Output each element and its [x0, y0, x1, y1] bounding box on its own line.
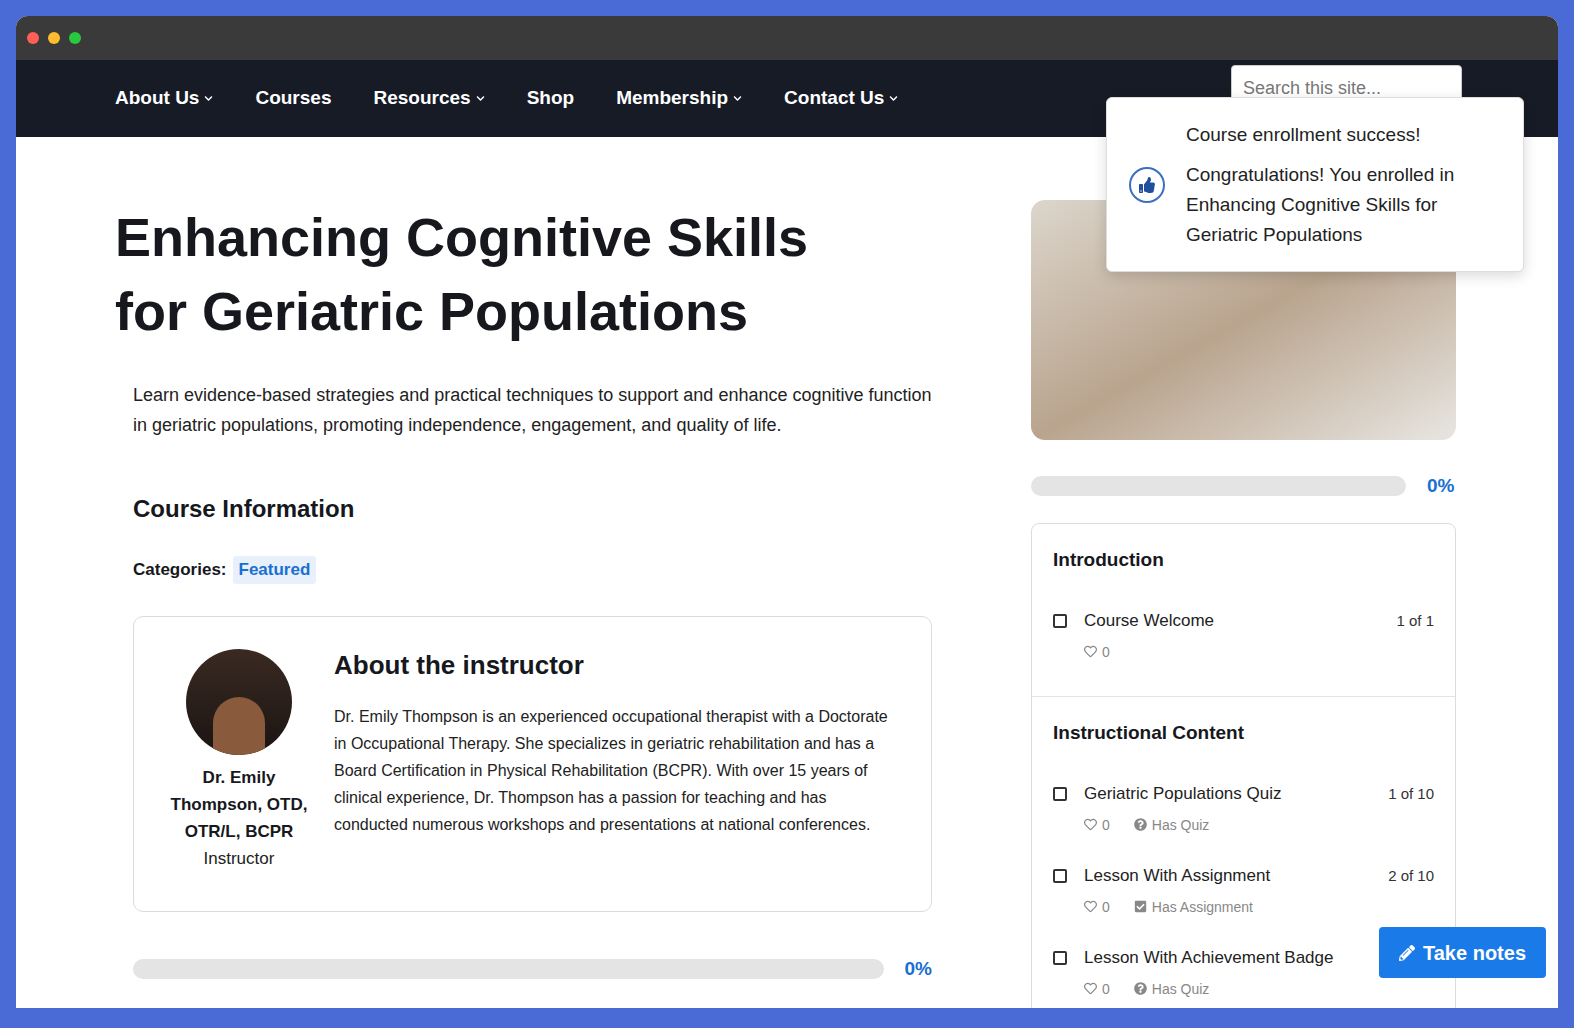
pencil-icon [1399, 945, 1415, 961]
lesson-position: 1 of 10 [1388, 781, 1434, 807]
progress-track [133, 959, 884, 979]
take-notes-button[interactable]: Take notes [1379, 927, 1546, 978]
categories: Categories:Featured [133, 556, 932, 584]
progress-reading: 0% [905, 955, 932, 984]
course-description: Learn evidence-based strategies and prac… [133, 380, 932, 440]
course-progress: 0% [133, 955, 932, 984]
nav-item[interactable]: Shop [527, 84, 575, 113]
sidebar: 0%IntroductionCourse Welcome1 of 10Instr… [1031, 200, 1456, 1008]
lesson-position: 2 of 10 [1388, 863, 1434, 889]
section-title: Instructional Content [1053, 719, 1434, 747]
browser-window: About Us Courses Resources Shop Membership Co… [16, 16, 1558, 1008]
lesson-badge: Has Quiz [1134, 815, 1210, 835]
lesson-checkbox[interactable] [1053, 614, 1067, 628]
chevron-down-icon [476, 94, 485, 103]
instructor-bio: Dr. Emily Thompson is an experienced occ… [334, 703, 903, 838]
lesson-checkbox[interactable] [1053, 869, 1067, 883]
close-dot-icon[interactable] [27, 32, 39, 44]
lesson-row[interactable]: Geriatric Populations Quiz 1 of 10 0 Has Qu… [1053, 781, 1434, 835]
assignment-icon [1134, 900, 1147, 913]
lesson-likes[interactable]: 0 [1084, 815, 1110, 835]
nav-item[interactable]: About Us [115, 84, 213, 113]
heart-icon [1084, 818, 1097, 831]
enrollment-toast: Course enrollment success! Congratulation… [1106, 97, 1524, 272]
lesson-title[interactable]: Lesson With Assignment [1084, 863, 1371, 889]
instructor-role: Instructor [204, 845, 275, 872]
sidebar-progress: 0% [1031, 472, 1456, 501]
instructor-name: Dr. Emily Thompson, OTD, OTR/L, BCPR [164, 764, 314, 845]
minimize-dot-icon[interactable] [48, 32, 60, 44]
title-bar [16, 16, 1558, 60]
lesson-row[interactable]: Course Welcome 1 of 1 0 [1053, 608, 1434, 662]
quiz-icon [1134, 818, 1147, 831]
heart-icon [1084, 982, 1097, 995]
chevron-down-icon [889, 94, 898, 103]
instructor-profile: Dr. Emily Thompson, OTD, OTR/L, BCPRInst… [164, 649, 314, 887]
nav-item[interactable]: Resources [373, 84, 484, 113]
nav-item[interactable]: Contact Us [784, 84, 898, 113]
progress-track [1031, 476, 1406, 496]
progress-reading: 0% [1427, 472, 1454, 501]
lesson-row[interactable]: Lesson With Assignment 2 of 10 0 Has Assign… [1053, 863, 1434, 917]
heart-icon [1084, 645, 1097, 658]
section-title: Introduction [1053, 546, 1434, 574]
quiz-icon [1134, 982, 1147, 995]
chevron-down-icon [733, 94, 742, 103]
toast-message: Congratulations! You enrolled in Enhanci… [1186, 160, 1487, 250]
instructor-card: Dr. Emily Thompson, OTD, OTR/L, BCPRInst… [133, 616, 932, 912]
instructor-avatar [186, 649, 292, 755]
chevron-down-icon [204, 94, 213, 103]
lesson-checkbox[interactable] [1053, 787, 1067, 801]
lesson-badge: Has Assignment [1134, 897, 1253, 917]
lesson-checkbox[interactable] [1053, 951, 1067, 965]
main-column: Enhancing Cognitive Skills for Geriatric… [115, 200, 950, 1008]
lesson-likes[interactable]: 0 [1084, 642, 1110, 662]
thumbs-up-icon [1129, 167, 1165, 203]
maximize-dot-icon[interactable] [69, 32, 81, 44]
toast-title: Course enrollment success! [1186, 120, 1487, 150]
lesson-row[interactable]: Lesson With Achievement Badge0Has Quiz [1053, 945, 1434, 999]
lesson-likes[interactable]: 0 [1084, 897, 1110, 917]
heart-icon [1084, 900, 1097, 913]
nav-item[interactable]: Membership [616, 84, 742, 113]
instructor-heading: About the instructor [334, 649, 903, 681]
lesson-position: 1 of 1 [1396, 608, 1434, 634]
lesson-title[interactable]: Course Welcome [1084, 608, 1379, 634]
nav-item[interactable]: Courses [255, 84, 331, 113]
page: About Us Courses Resources Shop Membership Co… [0, 0, 1574, 1028]
lesson-badge: Has Quiz [1134, 979, 1210, 999]
section-heading: Course Information [133, 493, 932, 525]
course-title: Enhancing Cognitive Skills for Geriatric… [115, 200, 875, 348]
lesson-likes[interactable]: 0 [1084, 979, 1110, 999]
nav-menu: About Us Courses Resources Shop Membership Co… [115, 84, 898, 113]
category-badge[interactable]: Featured [233, 556, 317, 584]
lesson-title[interactable]: Geriatric Populations Quiz [1084, 781, 1371, 807]
lesson-section: Introduction Course Welcome 1 of 1 0 [1032, 524, 1455, 696]
